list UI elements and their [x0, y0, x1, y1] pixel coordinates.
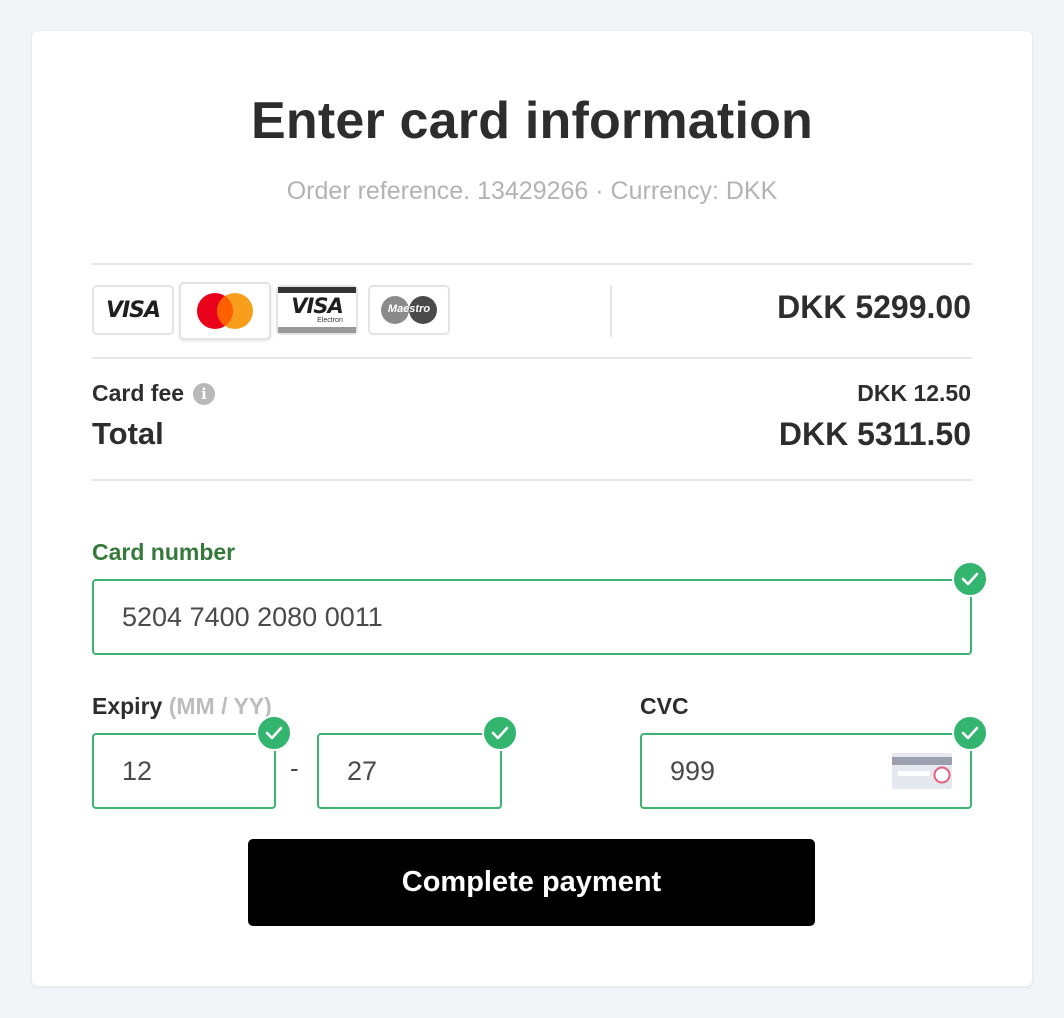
expiry-year-input[interactable]: 27	[317, 733, 502, 809]
total-amount: DKK 5311.50	[778, 416, 971, 452]
card-number-input[interactable]: 5204 7400 2080 0011	[92, 579, 972, 655]
check-circle-icon	[256, 715, 292, 751]
complete-payment-button[interactable]: Complete payment	[248, 839, 815, 926]
total-label: Total	[92, 416, 164, 451]
divider-bottom	[92, 479, 972, 481]
order-amount: DKK 5299.00	[777, 289, 971, 325]
payment-card: Enter card information Order reference. …	[32, 31, 1032, 986]
mastercard-logo-icon[interactable]	[179, 282, 271, 340]
check-circle-icon	[482, 715, 518, 751]
expiry-separator: -	[290, 753, 299, 783]
order-subtitle: Order reference. 13429266 · Currency: DK…	[286, 177, 778, 205]
cvc-card-icon	[892, 753, 952, 789]
cvc-label: CVC	[640, 693, 689, 719]
divider-top	[92, 263, 972, 265]
check-circle-icon	[952, 715, 988, 751]
maestro-logo-icon[interactable]: Maestro	[368, 285, 450, 335]
divider-middle	[92, 357, 972, 359]
check-circle-icon	[952, 561, 988, 597]
card-fee-label: Card fee	[92, 380, 185, 406]
expiry-label: Expiry (MM / YY)	[92, 693, 272, 719]
card-fee-amount: DKK 12.50	[857, 380, 971, 406]
page-title: Enter card information	[250, 92, 814, 150]
electron-visa-text: VISA	[291, 294, 343, 318]
maestro-text: Maestro	[387, 303, 431, 315]
visa-electron-logo-icon[interactable]: VISA Electron	[276, 285, 358, 335]
mastercard-circles-icon	[197, 293, 253, 329]
expiry-month-input[interactable]: 12	[92, 733, 276, 809]
logo-amount-separator	[610, 285, 612, 337]
card-number-label: Card number	[92, 539, 236, 565]
info-icon[interactable]: i	[193, 383, 215, 405]
electron-bottom-bar	[278, 327, 356, 333]
electron-sub-text: Electron	[317, 317, 343, 324]
visa-logo-icon[interactable]: VISA	[92, 285, 174, 335]
expiry-format-hint: (MM / YY)	[168, 693, 272, 719]
